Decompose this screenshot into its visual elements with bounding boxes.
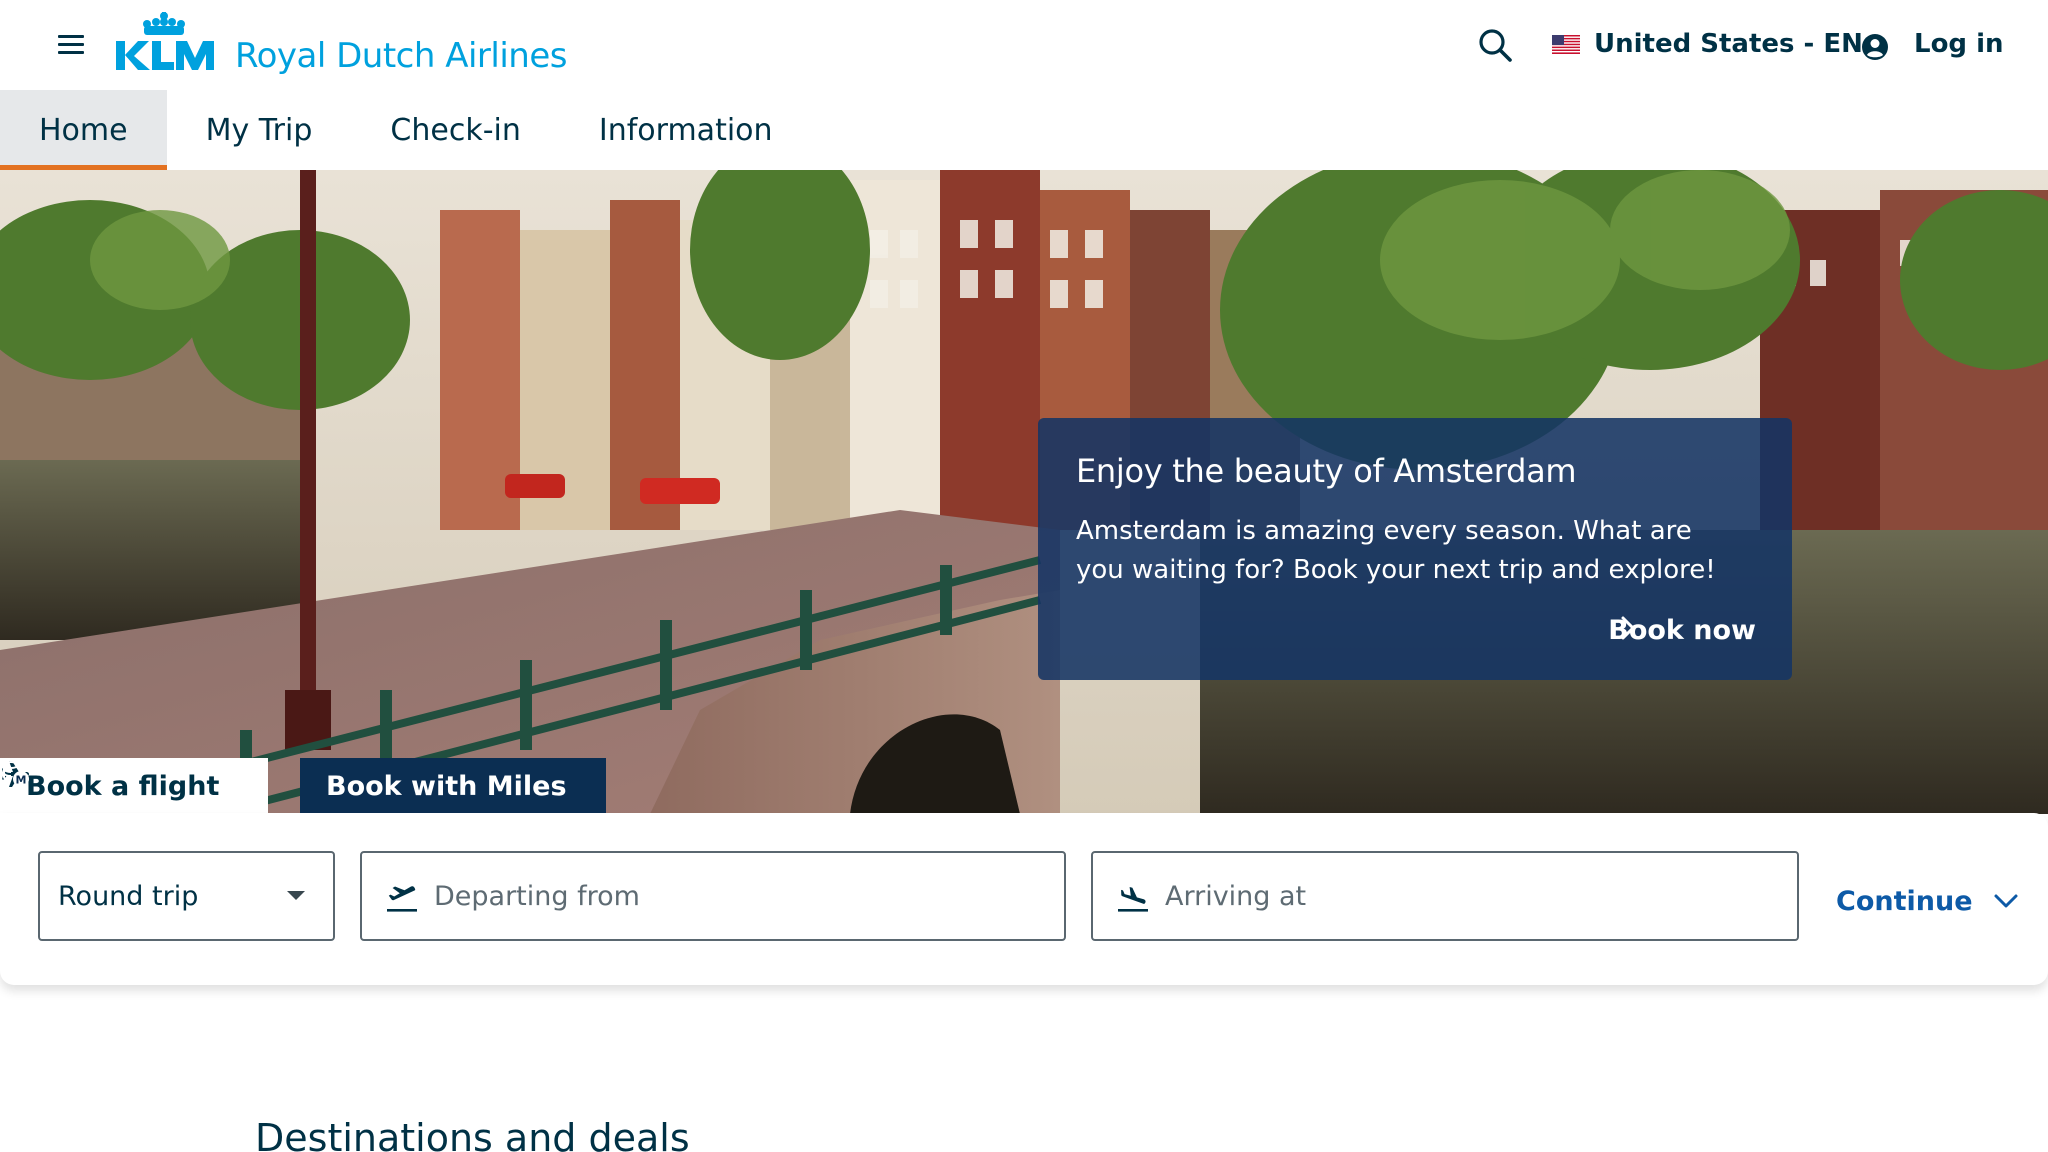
svg-text:M: M: [16, 774, 27, 787]
book-now-link[interactable]: Book now: [1608, 615, 1756, 646]
logo-tagline: Royal Dutch Airlines: [235, 36, 567, 76]
miles-icon: M: [3, 761, 29, 787]
promo-title: Enjoy the beauty of Amsterdam: [1076, 452, 1577, 490]
flight-search-form: Round trip Departing from Arriving at Co…: [0, 813, 2048, 985]
arriving-at-placeholder: Arriving at: [1165, 880, 1307, 912]
user-account-icon: [1862, 34, 1888, 60]
hamburger-menu-icon[interactable]: [52, 28, 88, 64]
chevron-down-icon: [1994, 894, 2018, 908]
nav-tab-information[interactable]: Information: [560, 90, 812, 170]
book-a-flight-label: Book a flight: [26, 770, 220, 802]
book-with-miles-label: Book with Miles: [326, 770, 567, 802]
continue-button[interactable]: Continue: [1836, 881, 2019, 921]
chevron-right-icon: [1621, 616, 1635, 640]
destinations-heading: Destinations and deals: [255, 1116, 690, 1152]
us-flag-icon: [1552, 34, 1580, 54]
search-icon[interactable]: [1476, 26, 1516, 66]
klm-logo[interactable]: Royal Dutch Airlines: [114, 10, 567, 80]
departure-plane-icon: [387, 886, 417, 912]
nav-tab-check-in[interactable]: Check-in: [351, 90, 559, 170]
nav-tab-my-trip[interactable]: My Trip: [167, 90, 352, 170]
klm-crown-logo-icon: [116, 12, 214, 70]
login-button[interactable]: Log in: [1860, 24, 2004, 64]
booking-tabs: Book a flight M Book with Miles: [0, 758, 606, 814]
locale-selector[interactable]: United States - EN: [1552, 24, 1863, 64]
main-nav: Home My Trip Check-in Information: [0, 90, 812, 170]
promo-card: Enjoy the beauty of Amsterdam Amsterdam …: [1038, 418, 1792, 680]
hero-banner: Enjoy the beauty of Amsterdam Amsterdam …: [0, 170, 2048, 814]
arriving-at-field[interactable]: Arriving at: [1091, 851, 1799, 941]
tab-book-with-miles[interactable]: M Book with Miles: [3, 758, 606, 814]
continue-label: Continue: [1836, 885, 1973, 917]
locale-label: United States - EN: [1594, 29, 1863, 59]
klm-homepage: Royal Dutch Airlines United States - EN …: [0, 0, 2048, 1152]
nav-tab-home[interactable]: Home: [0, 90, 167, 170]
promo-description: Amsterdam is amazing every season. What …: [1076, 516, 1716, 585]
trip-type-value: Round trip: [58, 880, 199, 912]
dropdown-caret-icon: [287, 891, 305, 900]
trip-type-select[interactable]: Round trip: [38, 851, 335, 941]
departing-from-placeholder: Departing from: [434, 880, 640, 912]
arrival-plane-icon: [1118, 887, 1148, 912]
departing-from-field[interactable]: Departing from: [360, 851, 1066, 941]
login-label: Log in: [1914, 29, 2004, 59]
tab-book-a-flight[interactable]: Book a flight: [0, 758, 268, 814]
site-header: Royal Dutch Airlines United States - EN …: [0, 0, 2048, 90]
